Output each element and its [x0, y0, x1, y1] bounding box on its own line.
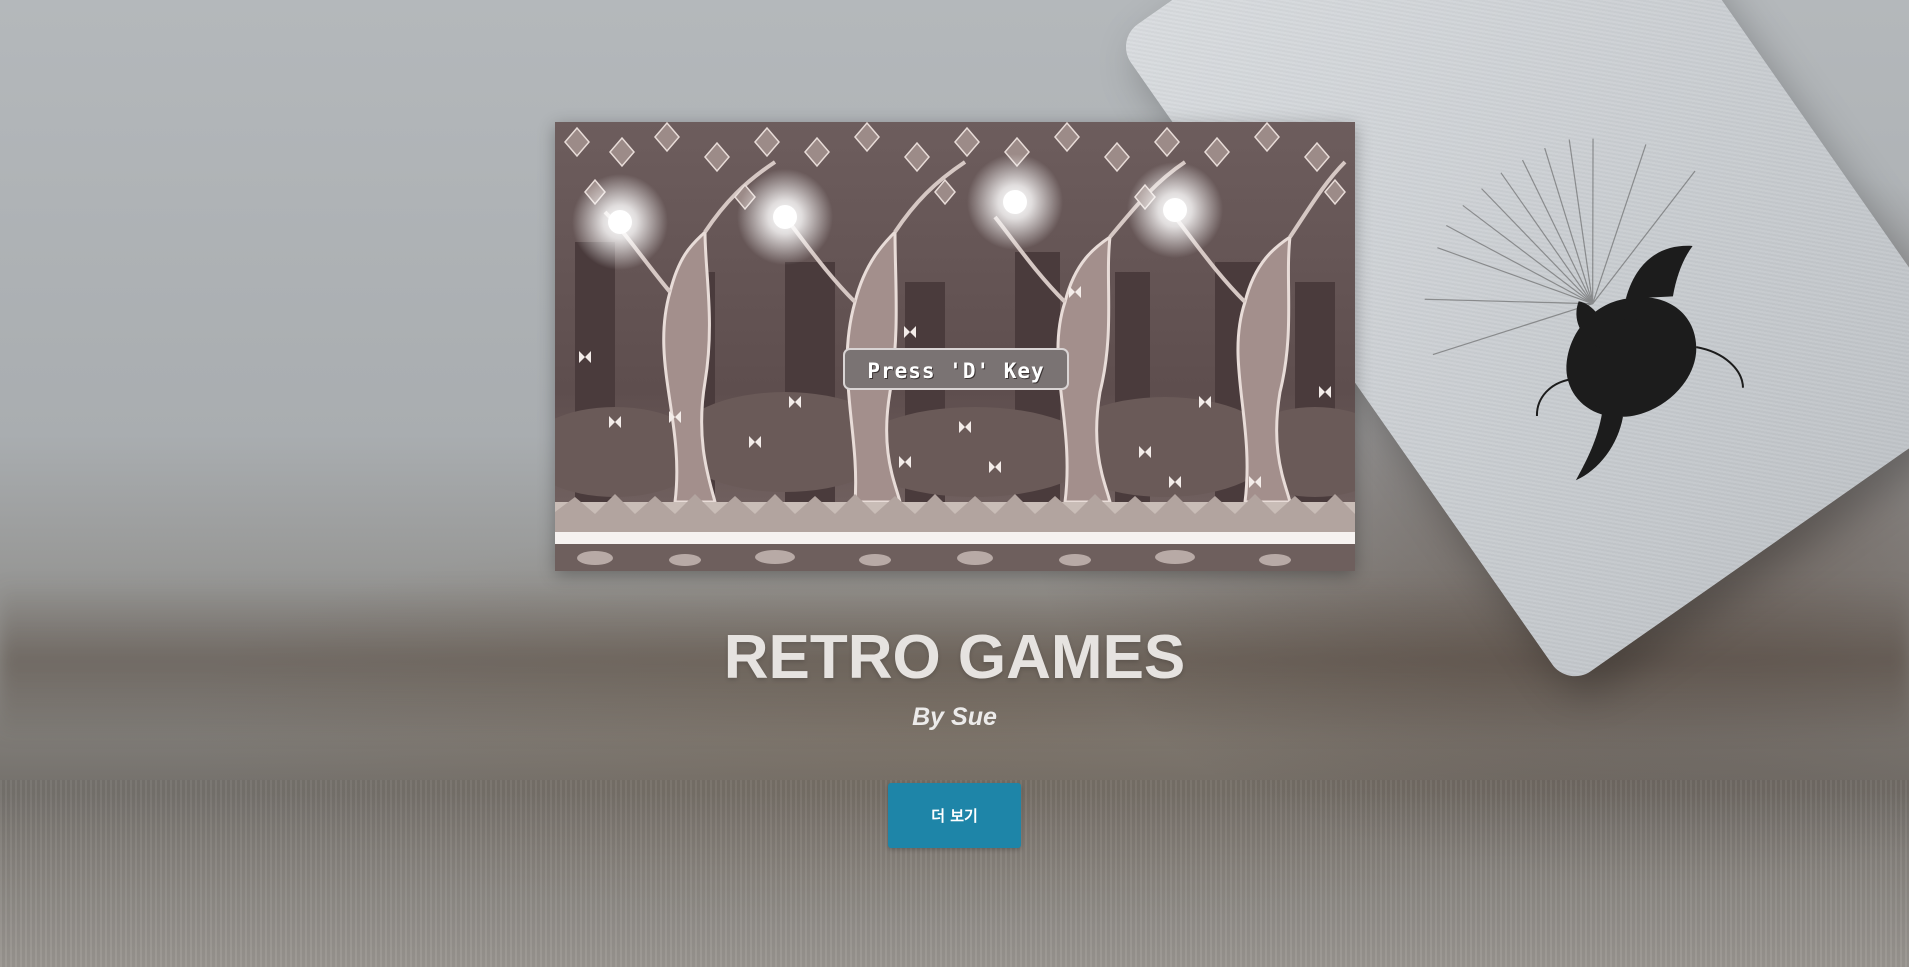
hero-section: Press 'D' Key RETRO GAMES By Sue 더 보기: [0, 0, 1909, 967]
angel-engraving-icon: [1424, 138, 1744, 481]
page-title: RETRO GAMES: [723, 623, 1186, 692]
enchanted-forest-scene-icon: [555, 122, 1355, 571]
more-button[interactable]: 더 보기: [888, 783, 1021, 848]
press-key-prompt: Press 'D' Key: [843, 348, 1069, 390]
author-subtitle: By Sue: [912, 703, 997, 731]
game-screen[interactable]: Press 'D' Key: [555, 122, 1355, 571]
